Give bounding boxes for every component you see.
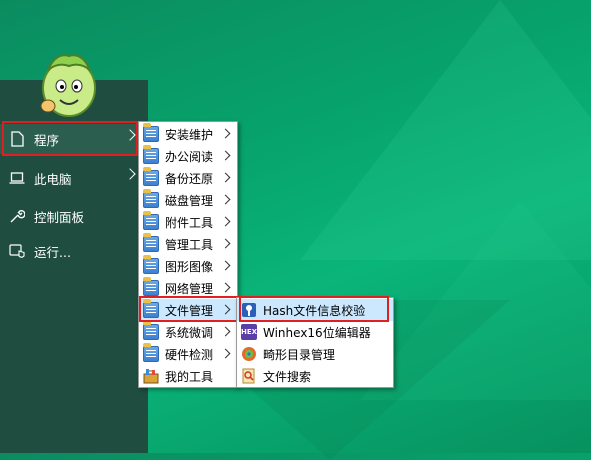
menu-item-label: 网络管理 (165, 281, 214, 296)
menu-item-label: 管理工具 (165, 237, 214, 252)
file-search-icon (241, 368, 257, 384)
menu-item-label: 安装维护 (165, 127, 214, 142)
program-folder-icon (143, 167, 159, 186)
menu-item-graphics[interactable]: 图形图像 (139, 255, 237, 277)
menu-item-label: Winhex16位编辑器 (263, 325, 371, 340)
menu-item-label: 图形图像 (165, 259, 214, 274)
cabbage-logo-icon (40, 54, 96, 117)
highlight-box (2, 121, 138, 156)
winhex-icon-text: HEX (241, 328, 258, 336)
chevron-right-icon (220, 282, 231, 293)
chevron-right-icon (220, 326, 231, 337)
menu-item-label: 备份还原 (165, 171, 214, 186)
chevron-right-icon (220, 172, 231, 183)
program-folder-icon (143, 255, 159, 274)
program-folder-icon (143, 343, 159, 362)
toolbox-icon (143, 368, 159, 384)
program-folder-icon (143, 233, 159, 252)
menu-item-label: 文件搜索 (263, 369, 312, 384)
menu-item-label: 畸形目录管理 (263, 347, 336, 362)
program-folder-icon (143, 211, 159, 230)
chevron-right-icon (220, 128, 231, 139)
menu-item-backup[interactable]: 备份还原 (139, 167, 237, 189)
menu-item-label: 系统微调 (165, 325, 214, 340)
program-folder-icon (143, 189, 159, 208)
chevron-right-icon (124, 168, 136, 180)
sidebar-item-label: 控制面板 (34, 209, 85, 225)
menu-item-disk[interactable]: 磁盘管理 (139, 189, 237, 211)
menu-item-label: 附件工具 (165, 215, 214, 230)
folder-tool-icon (241, 346, 257, 362)
menu-item-winhex[interactable]: HEX Winhex16位编辑器 (237, 321, 393, 343)
highlight-box (239, 296, 389, 322)
menu-item-install[interactable]: 安装维护 (139, 123, 237, 145)
sidebar-item-run[interactable]: 运行... (0, 236, 148, 266)
menu-item-label: 硬件检测 (165, 347, 214, 362)
highlight-box (139, 296, 239, 322)
chevron-right-icon (220, 260, 231, 271)
menu-item-system-tweaks[interactable]: 系统微调 (139, 321, 237, 343)
run-shield-icon (9, 243, 25, 259)
menu-item-hardware[interactable]: 硬件检测 (139, 343, 237, 365)
program-folder-icon (143, 145, 159, 164)
laptop-icon (9, 170, 25, 186)
chevron-right-icon (220, 194, 231, 205)
menu-item-malformed-dir[interactable]: 畸形目录管理 (237, 343, 393, 365)
winhex-icon: HEX (241, 324, 257, 340)
program-folder-icon (143, 321, 159, 340)
programs-submenu: 安装维护 办公阅读 备份还原 磁盘管理 附件工具 管理工具 图形图像 网络管理 (138, 121, 238, 388)
sidebar-item-control-panel[interactable]: 控制面板 (0, 201, 148, 231)
sidebar-item-this-pc[interactable]: 此电脑 (0, 163, 148, 193)
menu-item-label: 办公阅读 (165, 149, 214, 164)
menu-item-file-search[interactable]: 文件搜索 (237, 365, 393, 387)
menu-item-label: 磁盘管理 (165, 193, 214, 208)
program-folder-icon (143, 123, 159, 142)
chevron-right-icon (220, 348, 231, 359)
chevron-right-icon (220, 216, 231, 227)
menu-item-admin-tools[interactable]: 管理工具 (139, 233, 237, 255)
sidebar-item-label: 此电脑 (34, 171, 72, 187)
chevron-right-icon (220, 150, 231, 161)
wrench-icon (9, 208, 25, 224)
chevron-right-icon (220, 238, 231, 249)
menu-item-label: 我的工具 (165, 369, 214, 384)
menu-item-my-tools[interactable]: 我的工具 (139, 365, 237, 387)
program-folder-icon (143, 277, 159, 296)
menu-item-accessories[interactable]: 附件工具 (139, 211, 237, 233)
menu-item-office[interactable]: 办公阅读 (139, 145, 237, 167)
sidebar-item-label: 运行... (34, 244, 71, 260)
